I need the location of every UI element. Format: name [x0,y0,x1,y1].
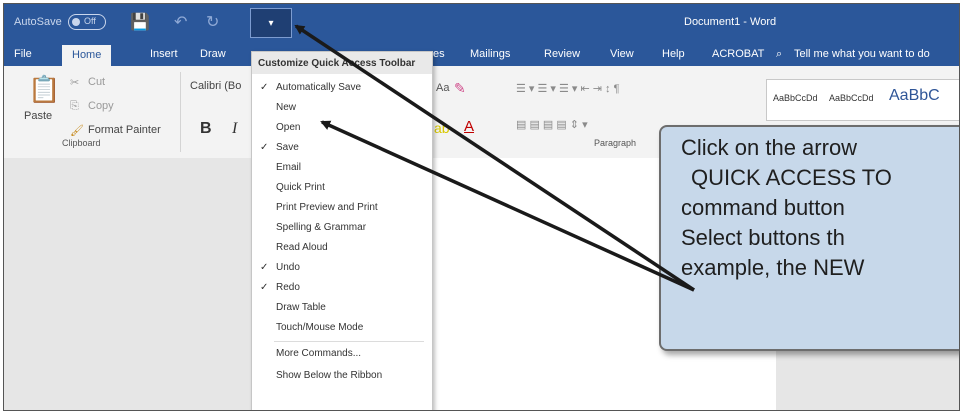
word-window: AutoSave Off 💾 ↶ ↻ ▾ Document1 - Word Fi… [3,3,960,411]
pointer-arrows [294,24,695,292]
arrow-to-open [320,120,695,292]
arrow-to-dropdown [294,24,695,292]
